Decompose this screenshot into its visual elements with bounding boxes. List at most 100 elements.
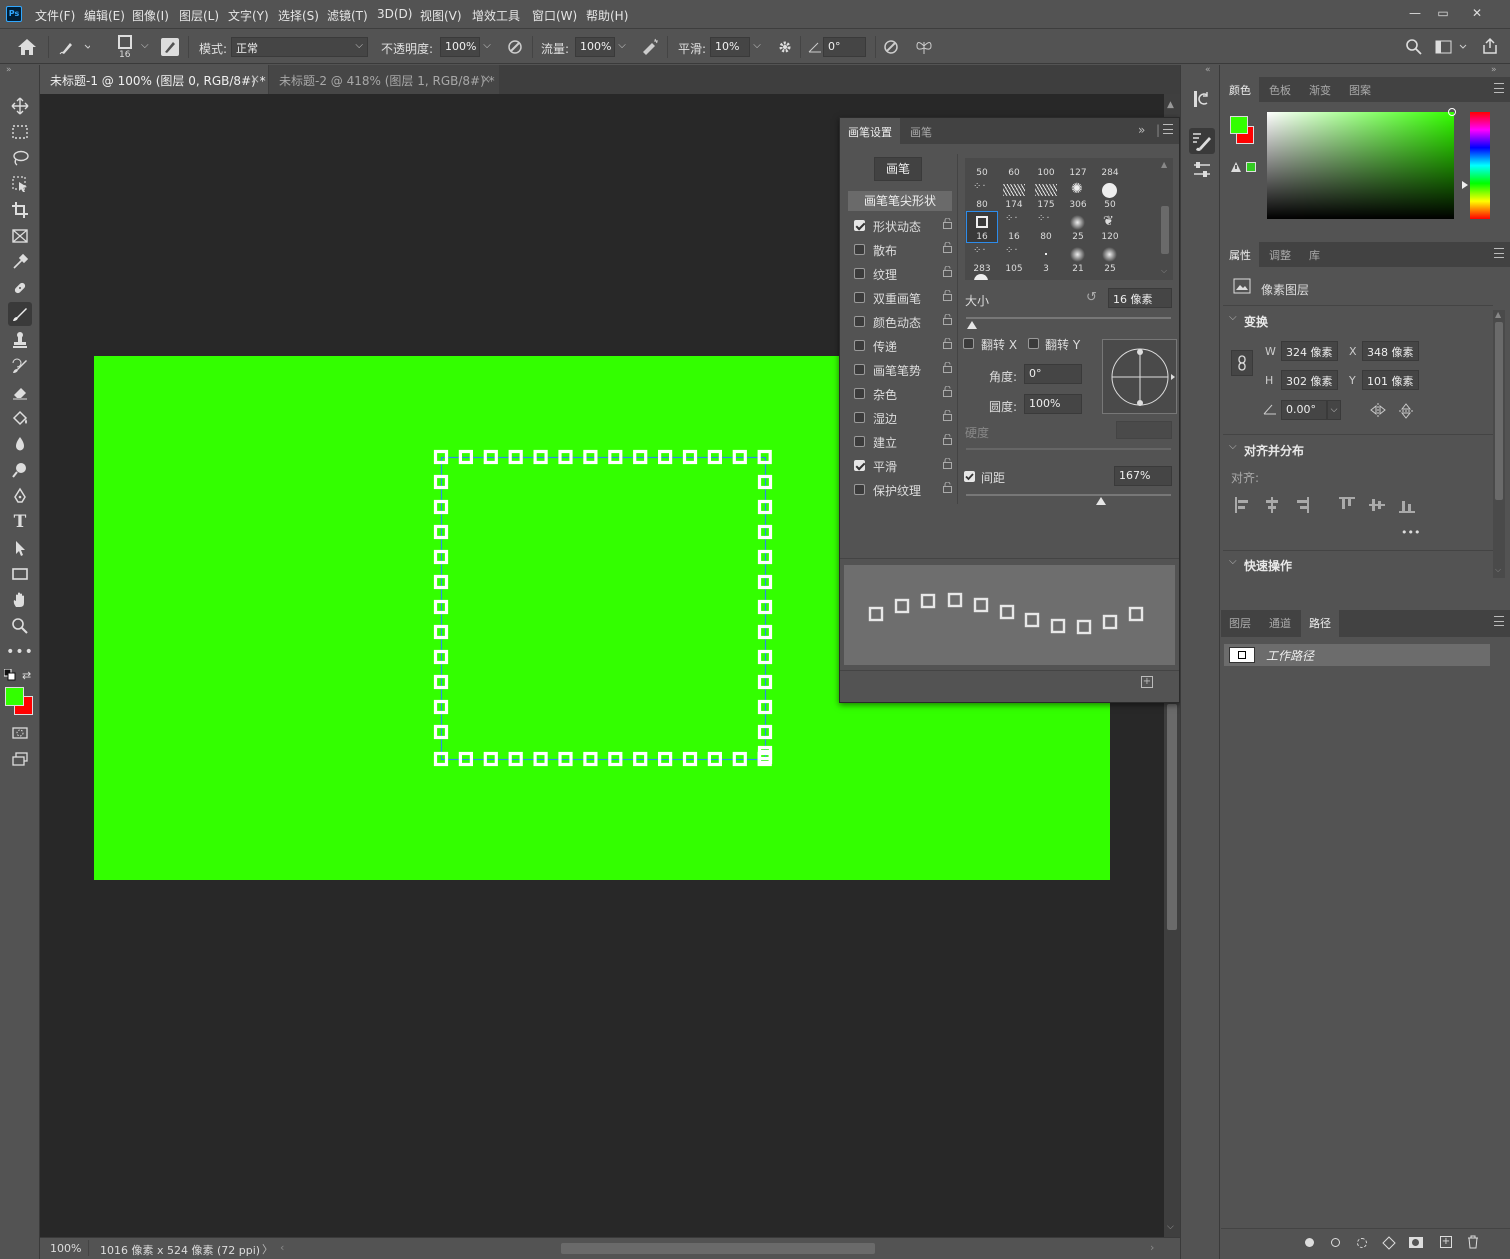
add-mask-icon[interactable]	[1409, 1237, 1423, 1248]
color-field[interactable]	[1267, 108, 1456, 219]
brush-option-checkbox[interactable]	[854, 364, 865, 375]
link-dimensions-icon[interactable]	[1231, 350, 1253, 376]
width-input[interactable]: 324 像素	[1281, 341, 1338, 361]
dodge-tool-icon[interactable]	[8, 458, 32, 482]
crop-tool-icon[interactable]	[8, 198, 32, 222]
scroll-left-icon[interactable]: ‹	[280, 1241, 284, 1254]
vertical-scroll-thumb[interactable]	[1167, 704, 1177, 930]
foreground-color-swatch[interactable]	[5, 687, 24, 706]
brush-option-item[interactable]: 画笔笔势	[848, 359, 952, 381]
out-of-gamut-warning-icon[interactable]	[1230, 161, 1242, 173]
menu-view[interactable]: 视图(V)	[420, 7, 462, 24]
path-name[interactable]: 工作路径	[1266, 647, 1314, 664]
more-tools-icon[interactable]: •••	[6, 640, 33, 664]
object-select-tool-icon[interactable]	[8, 172, 32, 196]
flip-horizontal-icon[interactable]	[1369, 402, 1387, 418]
eraser-tool-icon[interactable]	[8, 380, 32, 404]
path-row-work-path[interactable]: 工作路径	[1224, 644, 1490, 666]
angle-input[interactable]: 0°	[1024, 364, 1082, 384]
lasso-tool-icon[interactable]	[8, 146, 32, 170]
default-colors-icon[interactable]	[4, 669, 16, 681]
menu-file[interactable]: 文件(F)	[35, 7, 75, 24]
menu-filter[interactable]: 滤镜(T)	[327, 7, 368, 24]
tab-brush-settings[interactable]: 画笔设置	[840, 118, 900, 144]
brush-option-checkbox[interactable]	[854, 292, 865, 303]
lock-icon[interactable]	[943, 434, 952, 445]
color-picker-marker[interactable]	[1448, 108, 1456, 116]
brush-tip-item[interactable]: 284	[1095, 158, 1125, 178]
tab-swatches[interactable]: 色板	[1261, 77, 1299, 102]
clone-stamp-tool-icon[interactable]	[8, 328, 32, 352]
panel-menu-icon[interactable]	[1494, 616, 1504, 626]
brush-tip-item[interactable]	[974, 274, 988, 280]
zoom-tool-icon[interactable]	[8, 614, 32, 638]
new-path-icon[interactable]: +	[1440, 1236, 1452, 1248]
spacing-checkbox[interactable]	[964, 471, 975, 482]
paint-bucket-tool-icon[interactable]	[8, 406, 32, 430]
spacing-slider-thumb[interactable]	[1096, 497, 1107, 505]
brush-settings-panel-icon[interactable]	[1189, 128, 1215, 154]
panel-menu-icon[interactable]	[1494, 83, 1504, 93]
scroll-down-icon[interactable]: ⌵	[1167, 1222, 1174, 1232]
brush-option-item[interactable]: 形状动态	[848, 215, 952, 237]
pen-tool-icon[interactable]	[8, 484, 32, 508]
tab-color[interactable]: 颜色	[1221, 77, 1259, 102]
brushes-button[interactable]: 画笔	[874, 157, 922, 181]
more-options-icon[interactable]: •••	[1401, 526, 1420, 539]
brush-tip-item[interactable]: ⁘· 105	[999, 244, 1029, 274]
hand-tool-icon[interactable]	[8, 588, 32, 612]
align-section-title[interactable]: 对齐并分布	[1244, 442, 1304, 459]
path-selection-tool-icon[interactable]	[8, 536, 32, 560]
size-slider-thumb[interactable]	[967, 321, 978, 329]
make-work-path-icon[interactable]	[1382, 1236, 1396, 1250]
brush-option-checkbox[interactable]	[854, 340, 865, 351]
properties-scrollbar[interactable]: ▲ ⌵	[1493, 310, 1505, 578]
close-icon[interactable]: ×	[481, 72, 491, 86]
marquee-tool-icon[interactable]	[8, 120, 32, 144]
lock-icon[interactable]	[943, 410, 952, 421]
brush-option-checkbox[interactable]	[854, 268, 865, 279]
workspace-icon[interactable]	[1435, 38, 1469, 56]
menu-help[interactable]: 帮助(H)	[586, 7, 628, 24]
history-brush-tool-icon[interactable]	[8, 354, 32, 378]
tab-brushes[interactable]: 画笔	[902, 118, 940, 144]
tab-adjustments[interactable]: 调整	[1261, 242, 1299, 267]
trash-icon[interactable]	[1467, 1235, 1479, 1249]
menu-3d[interactable]: 3D(D)	[377, 7, 412, 21]
scroll-right-icon[interactable]: ›	[1150, 1241, 1154, 1254]
brush-tip-item[interactable]: 50	[967, 158, 997, 178]
load-selection-icon[interactable]	[1357, 1238, 1367, 1248]
menu-type[interactable]: 文字(Y)	[228, 7, 269, 24]
brush-tip-item[interactable]: 175	[1031, 180, 1061, 210]
chevron-down-icon[interactable]: ⌵	[1229, 556, 1237, 567]
lock-icon[interactable]	[943, 386, 952, 397]
collapse-right-icon[interactable]: »	[1491, 65, 1497, 75]
airbrush-icon[interactable]	[640, 38, 660, 56]
chevron-down-icon[interactable]: ⌵	[750, 37, 764, 57]
tab-gradients[interactable]: 渐变	[1301, 77, 1339, 102]
brush-option-checkbox[interactable]	[854, 484, 865, 495]
brush-panel-toggle-icon[interactable]	[161, 38, 179, 56]
brush-tip-grid[interactable]: 50 60 100 127 284 ⁘· 80 174 175 ✺ 306 50 16 ⁘· 16 ⁘· 80 2…	[965, 158, 1173, 280]
hue-slider-marker[interactable]	[1462, 181, 1468, 189]
lock-icon[interactable]	[943, 482, 952, 493]
scroll-up-icon[interactable]: ▲	[1167, 100, 1174, 110]
menu-plugins[interactable]: 增效工具	[472, 7, 520, 24]
tab-document-2[interactable]: 未标题-2 @ 418% (图层 1, RGB/8#) * ×	[269, 65, 499, 94]
tab-patterns[interactable]: 图案	[1341, 77, 1379, 102]
rotation-input[interactable]: 0.00°	[1281, 400, 1327, 420]
brush-option-item[interactable]: 颜色动态	[848, 311, 952, 333]
brush-option-item[interactable]: 散布	[848, 239, 952, 261]
lock-icon[interactable]	[943, 314, 952, 325]
brush-option-checkbox[interactable]	[854, 460, 865, 471]
eyedropper-tool-icon[interactable]	[8, 250, 32, 274]
flip-vertical-icon[interactable]	[1398, 402, 1414, 420]
hue-slider[interactable]	[1470, 112, 1490, 219]
menu-window[interactable]: 窗口(W)	[532, 7, 577, 24]
quick-mask-icon[interactable]	[8, 721, 32, 745]
menu-edit[interactable]: 编辑(E)	[84, 7, 125, 24]
stroke-path-icon[interactable]	[1331, 1238, 1340, 1247]
panel-menu-icon[interactable]	[1494, 248, 1504, 258]
menu-layer[interactable]: 图层(L)	[179, 7, 219, 24]
brush-option-item[interactable]: 湿边	[848, 407, 952, 429]
